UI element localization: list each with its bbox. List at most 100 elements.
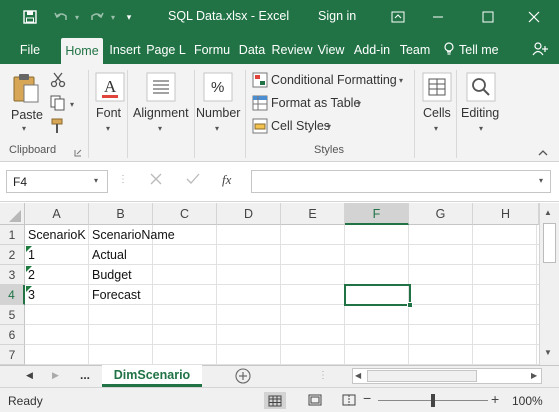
column-header-a[interactable]: A — [25, 203, 89, 225]
error-indicator-icon[interactable] — [26, 286, 32, 292]
editing-dropdown-icon[interactable]: ▾ — [479, 124, 483, 133]
redo-dropdown-icon[interactable]: ▾ — [108, 0, 118, 34]
sheet-tab-dimscenario[interactable]: DimScenario — [102, 365, 202, 387]
cell-styles-icon[interactable] — [252, 118, 268, 137]
paste-dropdown-icon[interactable]: ▾ — [22, 124, 26, 133]
column-header-e[interactable]: E — [281, 203, 345, 225]
ribbon-display-options-icon[interactable] — [378, 0, 418, 34]
zoom-slider-thumb[interactable] — [431, 394, 435, 407]
format-as-table-dropdown-icon[interactable]: ▾ — [357, 99, 361, 108]
close-icon[interactable] — [514, 0, 554, 34]
clipboard-launcher-icon[interactable] — [74, 146, 82, 160]
cell-b3[interactable]: Budget — [89, 265, 153, 285]
share-icon[interactable] — [527, 34, 553, 64]
conditional-formatting-button[interactable]: Conditional Formatting — [271, 73, 397, 87]
conditional-formatting-icon[interactable] — [252, 72, 268, 91]
tab-insert[interactable]: Insert — [107, 34, 143, 64]
page-layout-view-icon[interactable] — [308, 394, 322, 409]
zoom-level[interactable]: 100% — [512, 394, 543, 408]
tell-me-search[interactable]: Tell me — [459, 34, 505, 64]
tab-splitter-icon[interactable]: ⋮ — [318, 370, 328, 381]
column-header-b[interactable]: B — [89, 203, 153, 225]
column-header-h[interactable]: H — [473, 203, 539, 225]
error-indicator-icon[interactable] — [26, 246, 32, 252]
tab-page-layout[interactable]: Page L — [145, 34, 187, 64]
cell-a4[interactable]: 3 — [25, 285, 89, 305]
paste-icon[interactable] — [12, 72, 40, 107]
scroll-up-icon[interactable]: ▲ — [544, 208, 552, 217]
error-indicator-icon[interactable] — [26, 266, 32, 272]
formula-bar-grip-icon[interactable]: ⋮ — [118, 174, 128, 185]
number-format-icon[interactable]: % — [203, 72, 233, 105]
row-header-3[interactable]: 3 — [0, 265, 25, 285]
row-header-2[interactable]: 2 — [0, 245, 25, 265]
cell-b1[interactable]: ScenarioName — [89, 225, 175, 245]
alignment-dropdown-icon[interactable]: ▾ — [158, 124, 162, 133]
cancel-entry-icon[interactable] — [150, 173, 162, 188]
column-header-d[interactable]: D — [217, 203, 281, 225]
cut-icon[interactable] — [50, 72, 66, 91]
page-break-preview-icon[interactable] — [342, 394, 356, 409]
conditional-formatting-dropdown-icon[interactable]: ▾ — [399, 76, 403, 85]
select-all-corner[interactable] — [0, 203, 25, 225]
font-dropdown-icon[interactable]: ▾ — [106, 124, 110, 133]
row-header-1[interactable]: 1 — [0, 225, 25, 245]
cells-dropdown-icon[interactable]: ▾ — [434, 124, 438, 133]
tab-file[interactable]: File — [10, 34, 50, 64]
cell-styles-button[interactable]: Cell Styles — [271, 119, 330, 133]
row-header-4[interactable]: 4 — [0, 285, 25, 305]
lightbulb-icon[interactable] — [441, 34, 457, 64]
minimize-icon[interactable] — [418, 0, 458, 34]
copy-icon[interactable] — [50, 95, 66, 114]
collapse-ribbon-icon[interactable] — [538, 146, 548, 160]
vertical-scroll-thumb[interactable] — [543, 223, 556, 263]
row-header-7[interactable]: 7 — [0, 345, 25, 365]
horizontal-scrollbar[interactable]: ◀ ▶ — [352, 368, 542, 384]
format-as-table-button[interactable]: Format as Table — [271, 96, 360, 110]
font-icon[interactable]: A — [95, 72, 125, 105]
fill-handle[interactable] — [407, 302, 413, 308]
tab-team[interactable]: Team — [397, 34, 433, 64]
scroll-down-icon[interactable]: ▼ — [544, 348, 552, 357]
row-header-5[interactable]: 5 — [0, 305, 25, 325]
tab-add-in[interactable]: Add-in — [350, 34, 394, 64]
name-box-dropdown-icon[interactable]: ▾ — [94, 176, 98, 185]
active-cell-f4[interactable] — [344, 284, 411, 306]
cell-a2[interactable]: 1 — [25, 245, 89, 265]
tab-data[interactable]: Data — [236, 34, 268, 64]
zoom-in-button[interactable]: + — [491, 391, 499, 407]
format-painter-icon[interactable] — [50, 118, 66, 137]
maximize-icon[interactable] — [468, 0, 508, 34]
tab-review[interactable]: Review — [271, 34, 313, 64]
column-header-c[interactable]: C — [153, 203, 217, 225]
cell-a1[interactable]: ScenarioK — [25, 225, 89, 245]
vertical-scrollbar[interactable]: ▲ ▼ — [539, 203, 559, 365]
editing-icon[interactable] — [466, 72, 496, 105]
cells-icon[interactable] — [422, 72, 452, 105]
zoom-out-button[interactable]: − — [363, 390, 371, 406]
number-dropdown-icon[interactable]: ▾ — [215, 124, 219, 133]
format-as-table-icon[interactable] — [252, 95, 268, 114]
cell-styles-dropdown-icon[interactable]: ▾ — [327, 122, 331, 131]
editing-button[interactable]: Editing — [461, 106, 499, 120]
insert-function-icon[interactable]: fx — [222, 172, 231, 188]
horizontal-scroll-thumb[interactable] — [367, 370, 477, 382]
sign-in-link[interactable]: Sign in — [318, 9, 356, 23]
sheet-prev-icon[interactable]: ◀ — [26, 370, 33, 381]
font-button[interactable]: Font — [96, 106, 121, 120]
alignment-icon[interactable] — [146, 72, 176, 105]
column-header-g[interactable]: G — [409, 203, 473, 225]
row-header-6[interactable]: 6 — [0, 325, 25, 345]
save-icon[interactable] — [18, 0, 42, 34]
number-button[interactable]: Number — [196, 106, 240, 120]
scroll-left-icon[interactable]: ◀ — [355, 371, 361, 380]
formula-input[interactable] — [251, 170, 551, 193]
undo-icon[interactable] — [50, 0, 72, 34]
name-box[interactable]: F4 — [6, 170, 108, 193]
cell-b2[interactable]: Actual — [89, 245, 153, 265]
confirm-entry-icon[interactable] — [186, 173, 200, 188]
tab-home[interactable]: Home — [61, 38, 103, 64]
cell-a3[interactable]: 2 — [25, 265, 89, 285]
tab-formulas[interactable]: Formu — [191, 34, 233, 64]
undo-dropdown-icon[interactable]: ▾ — [72, 0, 82, 34]
